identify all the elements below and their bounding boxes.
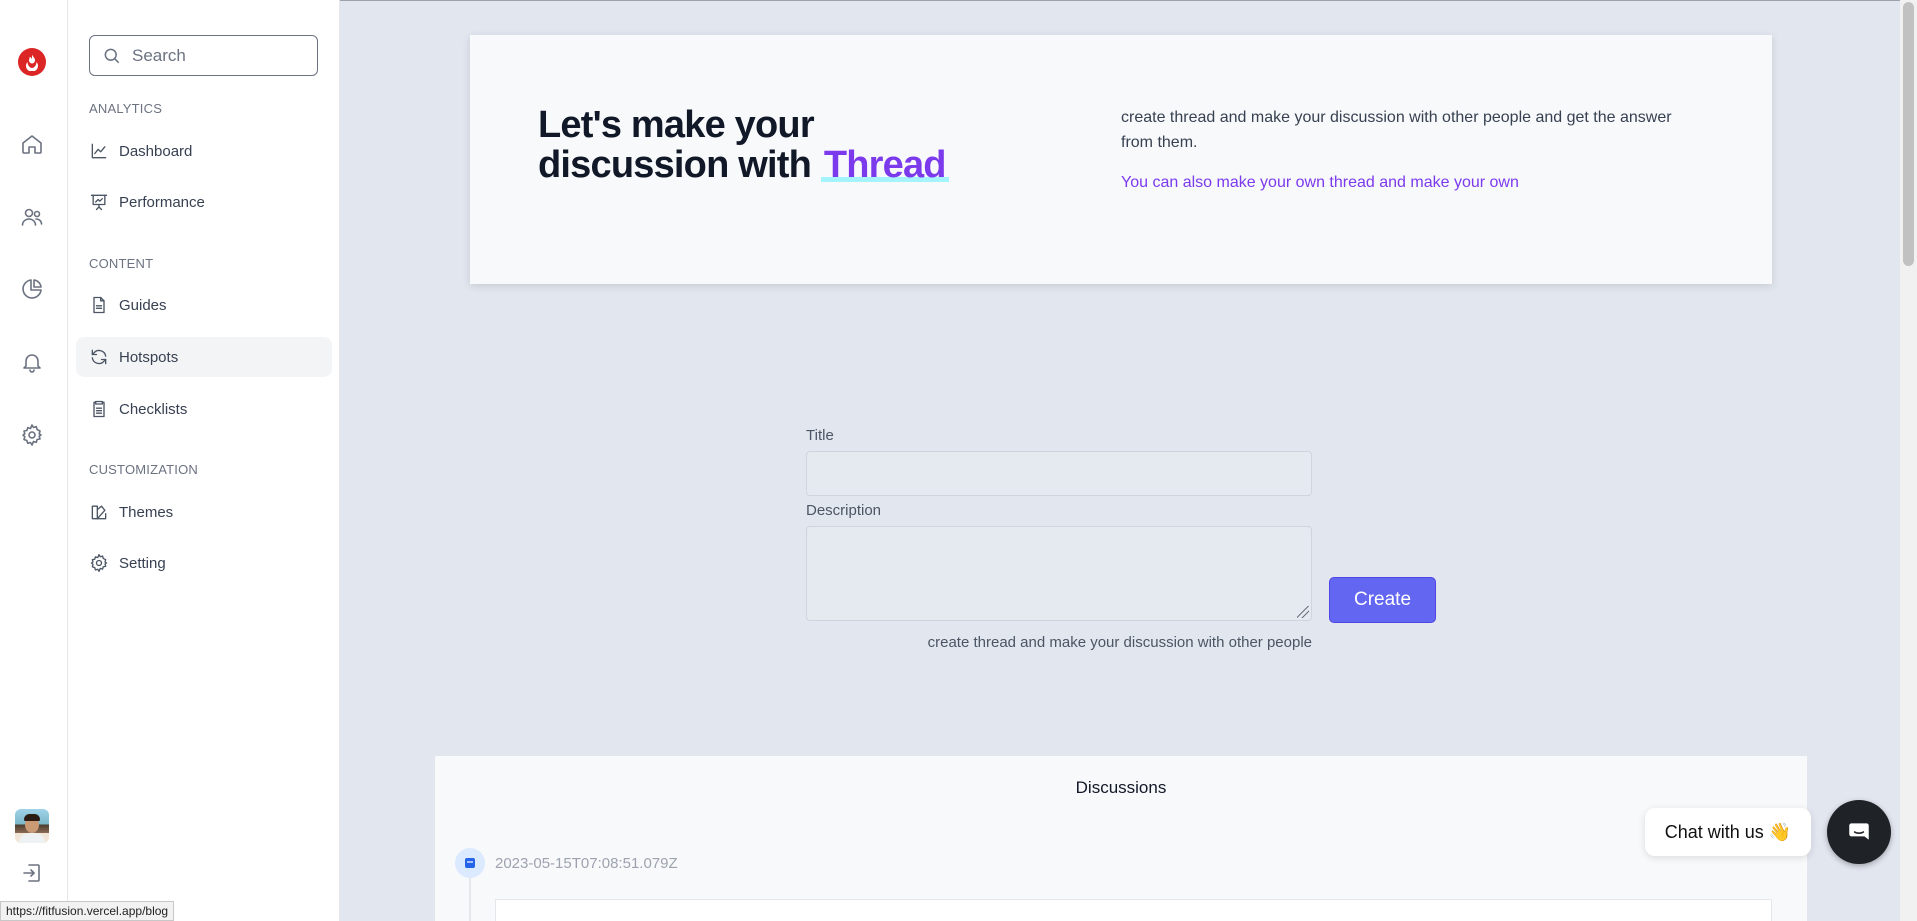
hero-title: Let's make your discussion with Thread <box>538 104 949 186</box>
section-customization: CUSTOMIZATION <box>89 462 199 477</box>
discussion-marker-icon <box>455 848 485 878</box>
sidebar-item-hotspots[interactable]: Hotspots <box>76 337 332 377</box>
resize-handle-icon[interactable] <box>1297 606 1309 618</box>
sidebar-item-label: Guides <box>119 296 167 314</box>
title-input[interactable] <box>806 451 1312 496</box>
discussions-heading: Discussions <box>1075 778 1167 797</box>
hero-title-accent: Thread <box>820 144 949 186</box>
timeline-line <box>469 878 471 921</box>
document-icon <box>93 296 105 314</box>
description-textarea[interactable] <box>806 526 1312 621</box>
search-placeholder: Search <box>132 45 186 65</box>
discussion-card[interactable] <box>495 899 1772 921</box>
refresh-icon <box>91 349 107 365</box>
pie-chart-icon[interactable] <box>19 276 45 302</box>
sidebar-item-dashboard[interactable]: Dashboard <box>76 131 332 171</box>
sidebar-item-guides[interactable]: Guides <box>76 285 332 325</box>
description-label: Description <box>806 502 882 519</box>
section-content: CONTENT <box>89 256 154 271</box>
gear-icon[interactable] <box>19 422 45 448</box>
icon-rail <box>0 0 68 921</box>
hero-banner: Let's make your discussion with Thread c… <box>470 35 1772 284</box>
discussion-timestamp: 2023-05-15T07:08:51.079Z <box>495 855 678 872</box>
page-scrollbar[interactable] <box>1900 0 1917 921</box>
form-hint: create thread and make your discussion w… <box>927 634 1312 651</box>
chat-icon <box>1849 823 1869 840</box>
home-icon[interactable] <box>19 131 45 157</box>
sidebar: Search ANALYTICS Dashboard Performance C… <box>68 0 340 921</box>
sidebar-item-label: Performance <box>119 193 205 211</box>
chat-with-us-label[interactable]: Chat with us 👋 <box>1645 808 1811 856</box>
discussions-panel: Discussions 2023-05-15T07:08:51.079Z <box>435 756 1807 921</box>
status-bar-url: https://fitfusion.vercel.app/blog <box>0 901 175 921</box>
hero-title-line1: Let's make your <box>538 104 815 146</box>
create-button[interactable]: Create <box>1329 577 1436 623</box>
hero-subtext: You can also make your own thread and ma… <box>1121 174 1519 191</box>
sidebar-item-performance[interactable]: Performance <box>76 182 332 222</box>
presentation-chart-icon <box>90 194 108 211</box>
hero-description: create thread and make your discussion w… <box>1121 109 1672 151</box>
sidebar-item-label: Hotspots <box>119 348 179 366</box>
sidebar-item-label: Checklists <box>119 400 188 418</box>
user-avatar[interactable] <box>15 809 49 843</box>
app-logo-icon[interactable] <box>18 48 46 76</box>
clipboard-icon <box>93 400 105 418</box>
bell-icon[interactable] <box>19 349 45 375</box>
sidebar-item-label: Dashboard <box>119 142 193 160</box>
palette-icon <box>91 505 107 520</box>
line-chart-icon <box>91 143 107 159</box>
title-label: Title <box>806 427 834 444</box>
logout-icon[interactable] <box>19 860 45 886</box>
users-icon[interactable] <box>19 204 45 230</box>
scrollbar-thumb[interactable] <box>1903 2 1914 266</box>
chat-launcher-button[interactable] <box>1827 800 1891 864</box>
gear-icon <box>90 554 108 572</box>
sidebar-item-label: Themes <box>119 503 174 521</box>
section-analytics: ANALYTICS <box>89 101 163 116</box>
search-input[interactable]: Search <box>89 35 318 76</box>
sidebar-item-setting[interactable]: Setting <box>76 543 332 583</box>
sidebar-item-themes[interactable]: Themes <box>76 492 332 532</box>
sidebar-item-label: Setting <box>119 554 166 572</box>
hero-title-line2: discussion with <box>538 144 812 186</box>
search-icon <box>104 48 120 63</box>
sidebar-item-checklists[interactable]: Checklists <box>76 389 332 429</box>
